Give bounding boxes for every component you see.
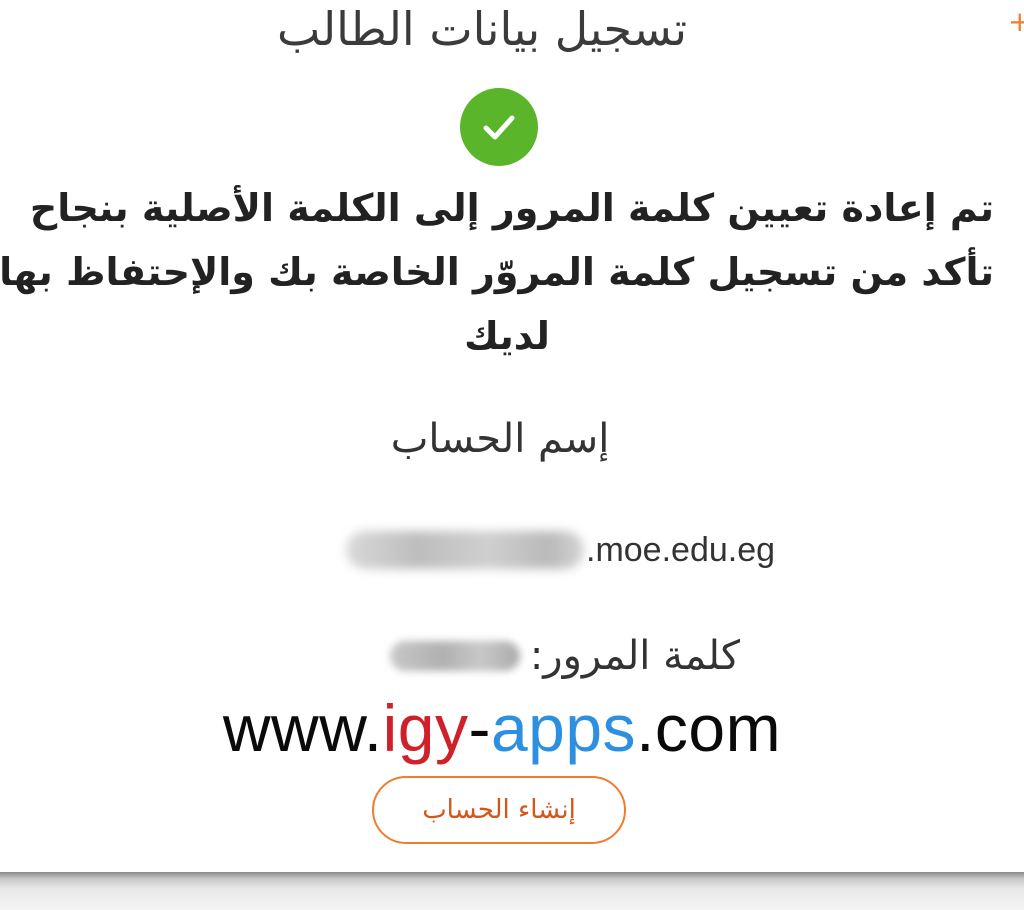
watermark-red: igy	[382, 691, 469, 765]
password-row: كلمة المرور:	[350, 628, 740, 684]
dialog-bottom-edge	[0, 872, 1024, 910]
account-name-value: .moe.edu.eg	[346, 524, 816, 576]
watermark-prefix: www.	[222, 691, 383, 765]
message-line: تأكد من تسجيل كلمة المروّر الخاصة بك وال…	[0, 250, 994, 294]
success-message: تم إعادة تعيين كلمة المرور إلى الكلمة ال…	[0, 176, 994, 368]
account-name-label: إسم الحساب	[390, 416, 610, 462]
watermark-blue: apps	[490, 691, 637, 765]
blurred-password	[389, 641, 520, 671]
message-line: لديك	[464, 314, 550, 358]
blurred-username	[346, 531, 584, 569]
dialog-title: تسجيل بيانات الطالب	[276, 2, 688, 56]
close-icon[interactable]: +	[1008, 10, 1024, 34]
check-circle-icon	[460, 88, 538, 166]
watermark-dash: -	[468, 691, 491, 765]
password-label: كلمة المرور:	[529, 633, 740, 679]
account-domain: .moe.edu.eg	[586, 530, 776, 569]
watermark-suffix: .com	[636, 691, 782, 765]
message-line: تم إعادة تعيين كلمة المرور إلى الكلمة ال…	[29, 186, 994, 230]
create-account-button[interactable]: إنشاء الحساب	[372, 776, 626, 844]
student-registration-dialog: + تسجيل بيانات الطالب تم إعادة تعيين كلم…	[0, 0, 1024, 910]
watermark: www.igy-apps.com	[0, 690, 1004, 766]
